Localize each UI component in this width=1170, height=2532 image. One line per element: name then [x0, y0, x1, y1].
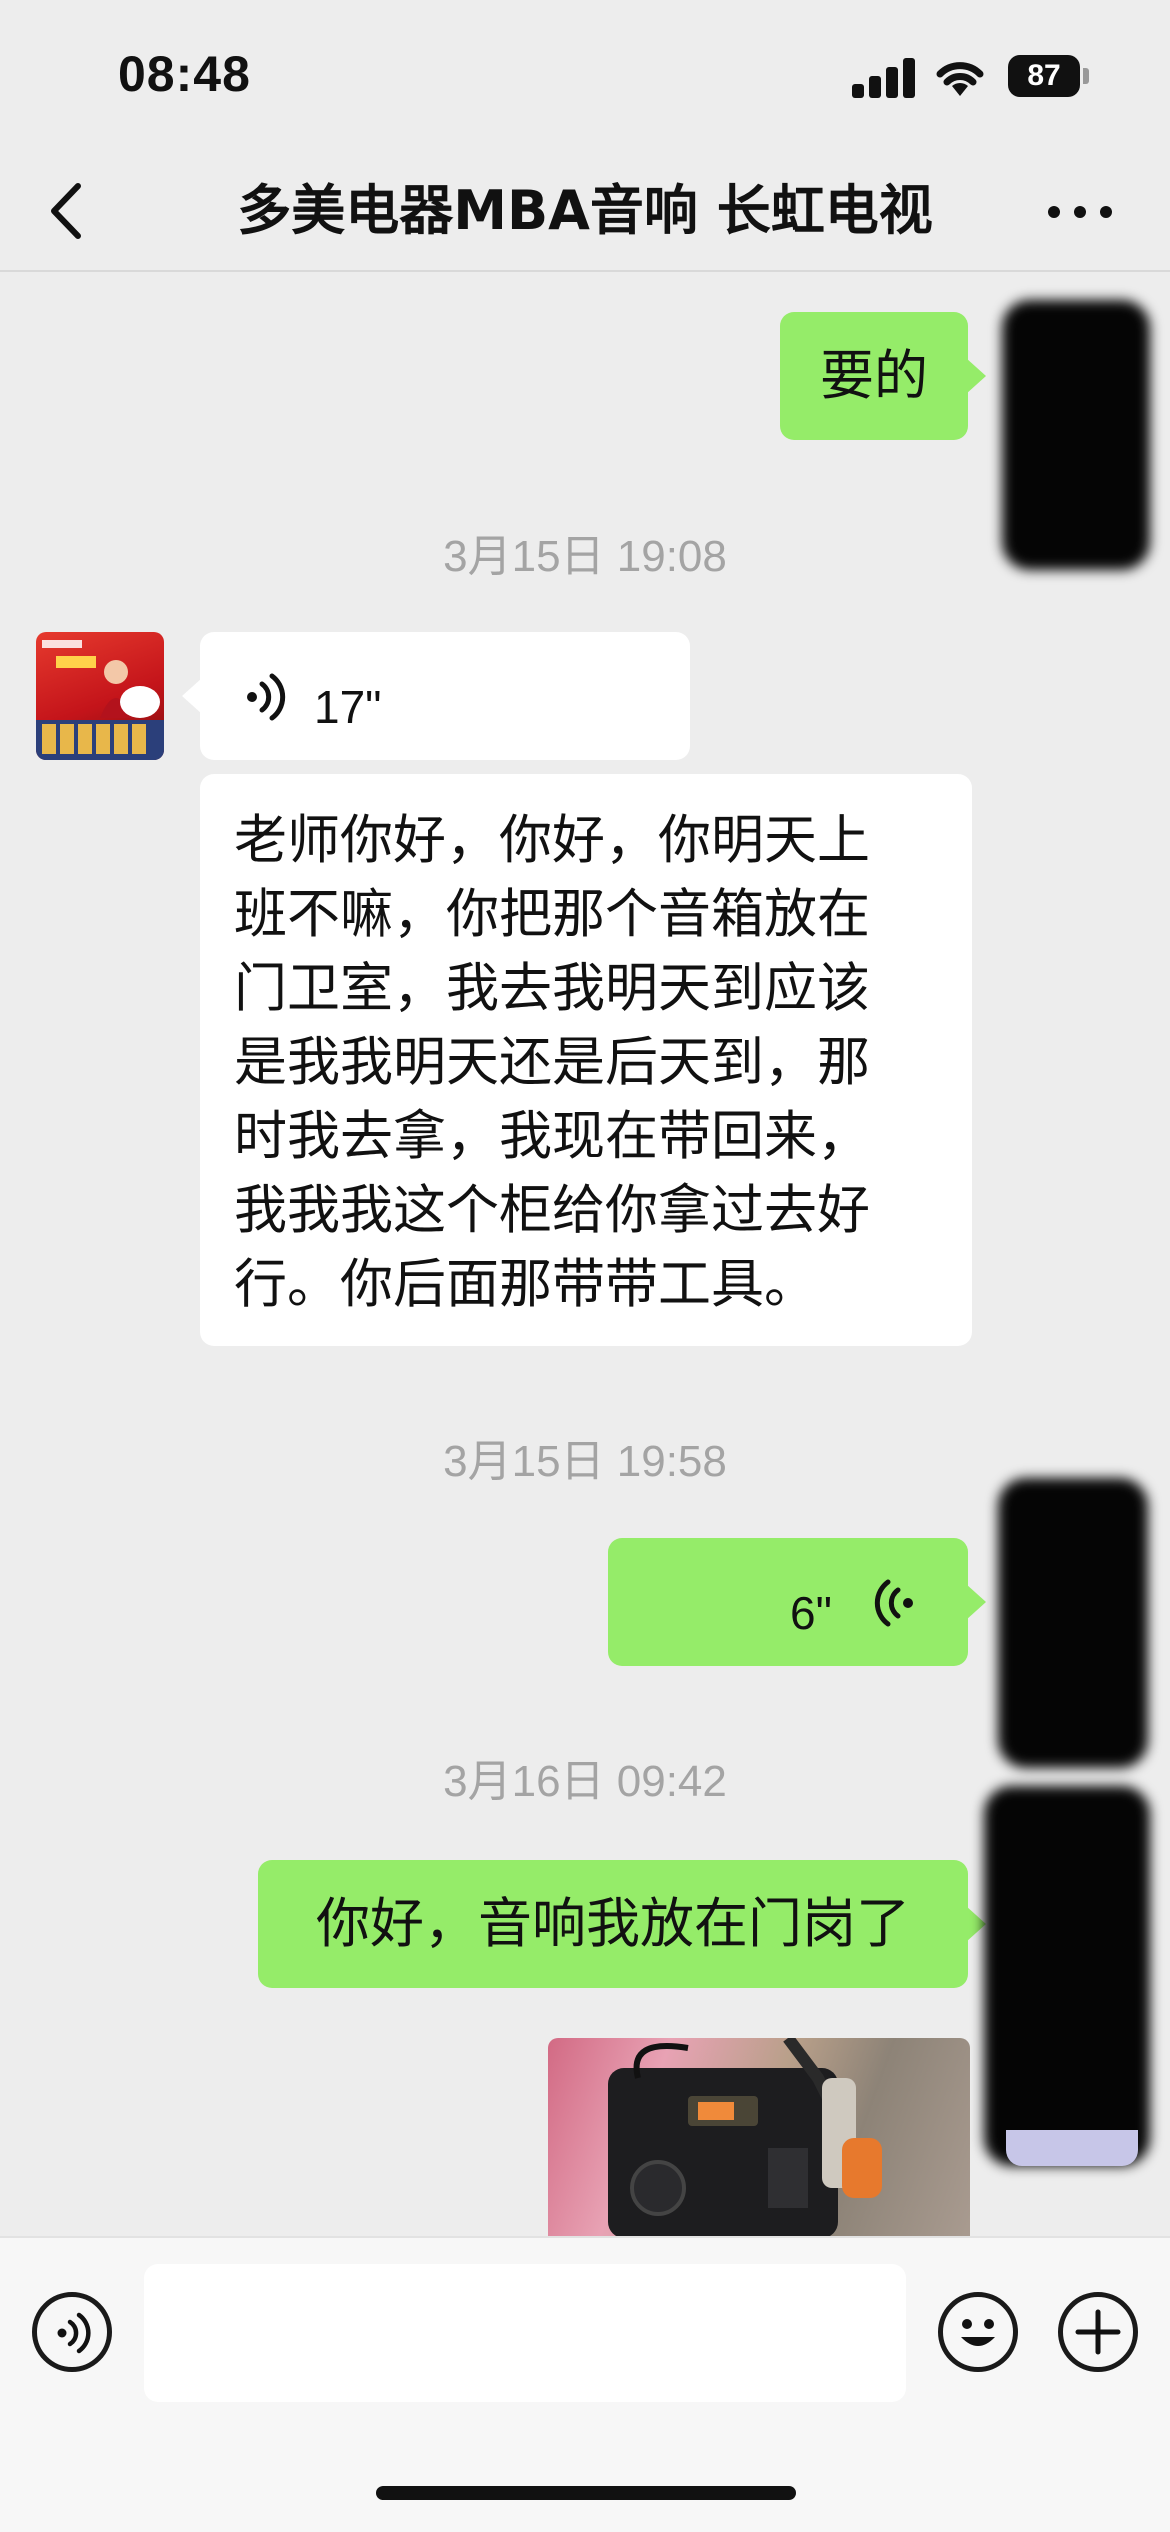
- image-message[interactable]: [548, 2038, 970, 2238]
- status-bar: 08:48 87: [0, 0, 1170, 150]
- wifi-icon: [936, 62, 984, 96]
- message-text: 要的: [820, 344, 928, 407]
- plus-circle-icon: [1075, 2309, 1121, 2355]
- chat-title: 多美电器MBA音响 长虹电视: [237, 179, 933, 242]
- message-line: 老师你好，你好，你明天上: [234, 810, 870, 871]
- avatar-contact[interactable]: [36, 632, 164, 760]
- message-line: 门卫室，我去我明天到应该: [234, 958, 870, 1019]
- emoji-face-icon: [961, 2319, 995, 2346]
- more-dots-icon[interactable]: [1044, 190, 1116, 230]
- message-input[interactable]: [144, 2264, 906, 2402]
- battery-icon: 87: [1008, 55, 1080, 97]
- voice-wave-icon: [247, 673, 286, 721]
- message-bubble-outgoing[interactable]: 要的: [780, 312, 986, 440]
- voice-duration: 6": [790, 1587, 832, 1639]
- message-line: 时我去拿，我现在带回来，: [234, 1106, 870, 1167]
- battery-cap: [1083, 68, 1089, 84]
- message-line: 行。你后面那带带工具。: [234, 1254, 817, 1315]
- message-line: 班不嘛，你把那个音箱放在: [234, 884, 870, 945]
- voice-mode-button[interactable]: [32, 2292, 112, 2372]
- emoji-button[interactable]: [938, 2292, 1018, 2372]
- message-text: 你好，音响我放在门岗了: [316, 1892, 910, 1955]
- voice-message-incoming[interactable]: 17": [182, 632, 690, 760]
- avatar-partial: [1006, 2130, 1138, 2166]
- timestamp: 3月15日 19:58: [443, 1437, 727, 1486]
- chevron-left-icon[interactable]: [40, 176, 100, 246]
- status-time: 08:48: [118, 46, 251, 102]
- message-line: 我我我这个柜给你拿过去好: [234, 1180, 870, 1241]
- message-line: 是我我明天还是后天到，那: [234, 1032, 870, 1093]
- add-button[interactable]: [1058, 2292, 1138, 2372]
- timestamp: 3月15日 19:08: [443, 532, 727, 581]
- message-bubble-outgoing[interactable]: 你好，音响我放在门岗了: [258, 1860, 986, 1988]
- avatar-self-redacted[interactable]: [998, 1478, 1148, 1768]
- chat-header: 多美电器MBA音响 长虹电视: [0, 150, 1170, 272]
- home-indicator[interactable]: [376, 2486, 796, 2500]
- voice-wave-icon: [874, 1579, 913, 1627]
- avatar-self-redacted[interactable]: [984, 1786, 1150, 2166]
- avatar-store-image: [36, 640, 164, 760]
- voice-duration: 17": [314, 681, 382, 733]
- voice-message-outgoing[interactable]: 6": [608, 1538, 986, 1666]
- speaker-photo: [608, 2038, 882, 2238]
- message-bubble-incoming[interactable]: 老师你好，你好，你明天上 班不嘛，你把那个音箱放在 门卫室，我去我明天到应该 是…: [200, 774, 972, 1346]
- voice-wave-icon: [57, 2312, 91, 2354]
- cellular-signal-icon: [852, 56, 916, 98]
